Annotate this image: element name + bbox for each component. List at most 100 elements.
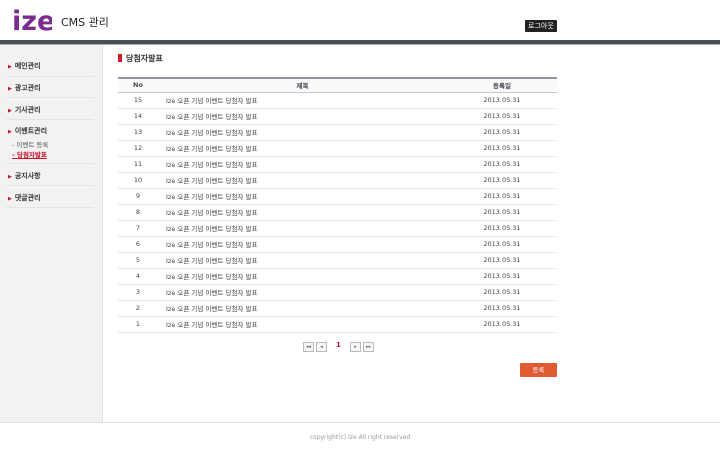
arrow-right-icon: ▶: [8, 174, 12, 180]
next-page-button[interactable]: ▸: [350, 342, 361, 352]
first-page-button[interactable]: ◂◂: [303, 342, 314, 352]
row-title[interactable]: Ize 오픈 기념 이벤트 당첨자 발표: [158, 300, 447, 317]
divider: [6, 163, 94, 164]
row-title[interactable]: Ize 오픈 기념 이벤트 당첨자 발표: [158, 236, 447, 253]
table-row[interactable]: 4 Ize 오픈 기념 이벤트 당첨자 발표 2013.05.31: [118, 268, 557, 285]
row-date: 2013.05.31: [447, 92, 557, 109]
row-title[interactable]: Ize 오픈 기념 이벤트 당첨자 발표: [158, 252, 447, 269]
title-marker-icon: [118, 54, 122, 62]
row-no: 8: [118, 204, 158, 221]
row-no: 14: [118, 108, 158, 125]
row-no: 2: [118, 300, 158, 317]
table-row[interactable]: 9 Ize 오픈 기념 이벤트 당첨자 발표 2013.05.31: [118, 188, 557, 205]
winners-table: No 제목 등록일 15 Ize 오픈 기념 이벤트 당첨자 발표 2013.05.…: [118, 77, 557, 333]
arrow-right-icon: ▶: [8, 129, 12, 135]
sidebar-item-label: 메인관리: [14, 62, 41, 70]
last-page-button[interactable]: ▸▸: [363, 342, 374, 352]
row-date: 2013.05.31: [447, 316, 557, 333]
divider: [6, 76, 94, 77]
row-no: 10: [118, 172, 158, 189]
sidebar-item-label: 공지사항: [14, 172, 41, 180]
table-row[interactable]: 1 Ize 오픈 기념 이벤트 당첨자 발표 2013.05.31: [118, 316, 557, 333]
register-button[interactable]: 등록: [520, 363, 557, 377]
column-header-title[interactable]: 제목: [158, 77, 447, 93]
table-row[interactable]: 14 Ize 오픈 기념 이벤트 당첨자 발표 2013.05.31: [118, 108, 557, 125]
row-date: 2013.05.31: [447, 284, 557, 301]
column-header-no[interactable]: No: [118, 77, 158, 93]
row-title[interactable]: Ize 오픈 기념 이벤트 당첨자 발표: [158, 140, 447, 157]
row-title[interactable]: Ize 오픈 기념 이벤트 당첨자 발표: [158, 316, 447, 333]
row-date: 2013.05.31: [447, 236, 557, 253]
table-row[interactable]: 5 Ize 오픈 기념 이벤트 당첨자 발표 2013.05.31: [118, 252, 557, 269]
footer-copyright: copyright(c) Ize All right reserved: [309, 434, 411, 441]
row-title[interactable]: Ize 오픈 기념 이벤트 당첨자 발표: [158, 268, 447, 285]
top-divider-line: [0, 44, 720, 45]
row-no: 11: [118, 156, 158, 173]
logout-button[interactable]: 로그아웃: [525, 20, 557, 32]
row-date: 2013.05.31: [447, 172, 557, 189]
row-date: 2013.05.31: [447, 188, 557, 205]
row-title[interactable]: Ize 오픈 기념 이벤트 당첨자 발표: [158, 108, 447, 125]
table-row[interactable]: 6 Ize 오픈 기념 이벤트 당첨자 발표 2013.05.31: [118, 236, 557, 253]
row-no: 4: [118, 268, 158, 285]
divider: [6, 207, 94, 208]
table-header-row: No 제목 등록일: [118, 77, 557, 93]
divider: [6, 185, 94, 186]
row-title[interactable]: Ize 오픈 기념 이벤트 당첨자 발표: [158, 124, 447, 141]
table-row[interactable]: 7 Ize 오픈 기념 이벤트 당첨자 발표 2013.05.31: [118, 220, 557, 237]
row-title[interactable]: Ize 오픈 기념 이벤트 당첨자 발표: [158, 92, 447, 109]
sidebar-subitem-winners[interactable]: - 당첨자발표: [12, 149, 47, 159]
row-title[interactable]: Ize 오픈 기념 이벤트 당첨자 발표: [158, 204, 447, 221]
table-row[interactable]: 13 Ize 오픈 기념 이벤트 당첨자 발표 2013.05.31: [118, 124, 557, 141]
arrow-right-icon: ▶: [8, 196, 12, 202]
row-title[interactable]: Ize 오픈 기념 이벤트 당첨자 발표: [158, 284, 447, 301]
row-no: 9: [118, 188, 158, 205]
sidebar-item-events[interactable]: ▶ 이벤트관리: [8, 126, 47, 136]
row-title[interactable]: Ize 오픈 기념 이벤트 당첨자 발표: [158, 220, 447, 237]
arrow-right-icon: ▶: [8, 64, 12, 70]
row-date: 2013.05.31: [447, 220, 557, 237]
table-row[interactable]: 12 Ize 오픈 기념 이벤트 당첨자 발표 2013.05.31: [118, 140, 557, 157]
row-no: 12: [118, 140, 158, 157]
table-row[interactable]: 8 Ize 오픈 기념 이벤트 당첨자 발표 2013.05.31: [118, 204, 557, 221]
table-row[interactable]: 3 Ize 오픈 기념 이벤트 당첨자 발표 2013.05.31: [118, 284, 557, 301]
arrow-right-icon: ▶: [8, 86, 12, 92]
table-row[interactable]: 2 Ize 오픈 기념 이벤트 당첨자 발표 2013.05.31: [118, 300, 557, 317]
table-row[interactable]: 15 Ize 오픈 기념 이벤트 당첨자 발표 2013.05.31: [118, 92, 557, 109]
row-no: 1: [118, 316, 158, 333]
column-header-date[interactable]: 등록일: [447, 77, 557, 93]
sidebar-item-ads[interactable]: ▶ 광고관리: [8, 83, 41, 93]
sidebar-item-label: 광고관리: [14, 84, 41, 92]
row-no: 13: [118, 124, 158, 141]
prev-page-button[interactable]: ◂: [316, 342, 327, 352]
divider: [6, 119, 94, 120]
svg-text:ize: ize: [12, 6, 52, 35]
page-number-current[interactable]: 1: [336, 341, 341, 349]
app-title: CMS 관리: [61, 16, 109, 29]
row-no: 3: [118, 284, 158, 301]
row-title[interactable]: Ize 오픈 기념 이벤트 당첨자 발표: [158, 156, 447, 173]
row-date: 2013.05.31: [447, 268, 557, 285]
sidebar-item-articles[interactable]: ▶ 기사관리: [8, 105, 41, 115]
header: ize CMS 관리 로그아웃: [0, 0, 720, 40]
table-row[interactable]: 11 Ize 오픈 기념 이벤트 당첨자 발표 2013.05.31: [118, 156, 557, 173]
row-date: 2013.05.31: [447, 140, 557, 157]
page-title: 당첨자발표: [118, 53, 163, 64]
table-row[interactable]: 10 Ize 오픈 기념 이벤트 당첨자 발표 2013.05.31: [118, 172, 557, 189]
row-date: 2013.05.31: [447, 156, 557, 173]
sidebar-item-label: 기사관리: [14, 106, 41, 114]
page-title-text: 당첨자발표: [126, 54, 163, 63]
sidebar: ▶ 메인관리 ▶ 광고관리 ▶ 기사관리 ▶ 이벤트관리 - 이벤트 등록 - 당첨자발…: [0, 45, 103, 422]
row-no: 15: [118, 92, 158, 109]
sidebar-item-comments[interactable]: ▶ 댓글관리: [8, 193, 41, 203]
sidebar-item-notices[interactable]: ▶ 공지사항: [8, 171, 41, 181]
row-date: 2013.05.31: [447, 124, 557, 141]
sidebar-subitem-event-register[interactable]: - 이벤트 등록: [12, 139, 48, 149]
row-date: 2013.05.31: [447, 108, 557, 125]
row-title[interactable]: Ize 오픈 기념 이벤트 당첨자 발표: [158, 188, 447, 205]
sidebar-item-main[interactable]: ▶ 메인관리: [8, 61, 41, 71]
ize-logo[interactable]: ize: [12, 5, 52, 35]
sidebar-item-label: 댓글관리: [14, 194, 41, 202]
sidebar-item-label: 이벤트관리: [14, 127, 48, 135]
row-title[interactable]: Ize 오픈 기념 이벤트 당첨자 발표: [158, 172, 447, 189]
